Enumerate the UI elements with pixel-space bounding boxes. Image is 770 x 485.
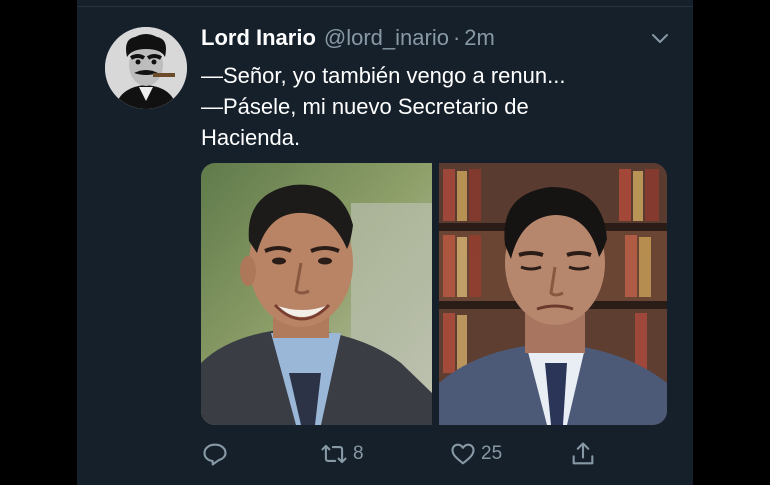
like-count: 25 xyxy=(481,443,503,464)
share-button[interactable] xyxy=(569,438,597,470)
media-photo-right[interactable] xyxy=(439,163,667,425)
divider xyxy=(77,6,693,7)
avatar-portrait xyxy=(105,27,187,109)
avatar[interactable] xyxy=(105,27,187,109)
share-icon xyxy=(572,442,594,465)
photo-smiling-man xyxy=(201,163,432,425)
retweet-button[interactable]: 8 xyxy=(319,438,364,470)
tweet-actions: 8 25 xyxy=(201,438,601,470)
reply-icon xyxy=(203,443,227,466)
tweet-text-line: Hacienda. xyxy=(201,125,301,150)
display-name[interactable]: Lord Inario xyxy=(201,25,316,51)
retweet-icon xyxy=(321,444,347,464)
tweet-text-line: —Señor, yo también vengo a renun... xyxy=(201,63,566,88)
tweet-card: Lord Inario @lord_inario · 2m —Señor, yo… xyxy=(77,0,693,485)
heart-icon xyxy=(451,443,475,465)
reply-button[interactable] xyxy=(201,438,229,470)
user-handle[interactable]: @lord_inario xyxy=(324,25,449,51)
tweet-text: —Señor, yo también vengo a renun... —Pás… xyxy=(201,60,661,153)
tweet-text-line: —Pásele, mi nuevo Secretario de xyxy=(201,94,529,119)
photo-serious-man xyxy=(439,163,667,425)
like-button[interactable]: 25 xyxy=(449,438,502,470)
media-photo-left[interactable] xyxy=(201,163,432,425)
separator-dot: · xyxy=(452,25,461,50)
tweet-media[interactable] xyxy=(201,163,667,425)
timestamp[interactable]: 2m xyxy=(464,25,495,51)
retweet-count: 8 xyxy=(353,443,364,464)
tweet-header: Lord Inario @lord_inario · 2m xyxy=(201,25,495,55)
chevron-down-icon[interactable] xyxy=(649,30,671,46)
